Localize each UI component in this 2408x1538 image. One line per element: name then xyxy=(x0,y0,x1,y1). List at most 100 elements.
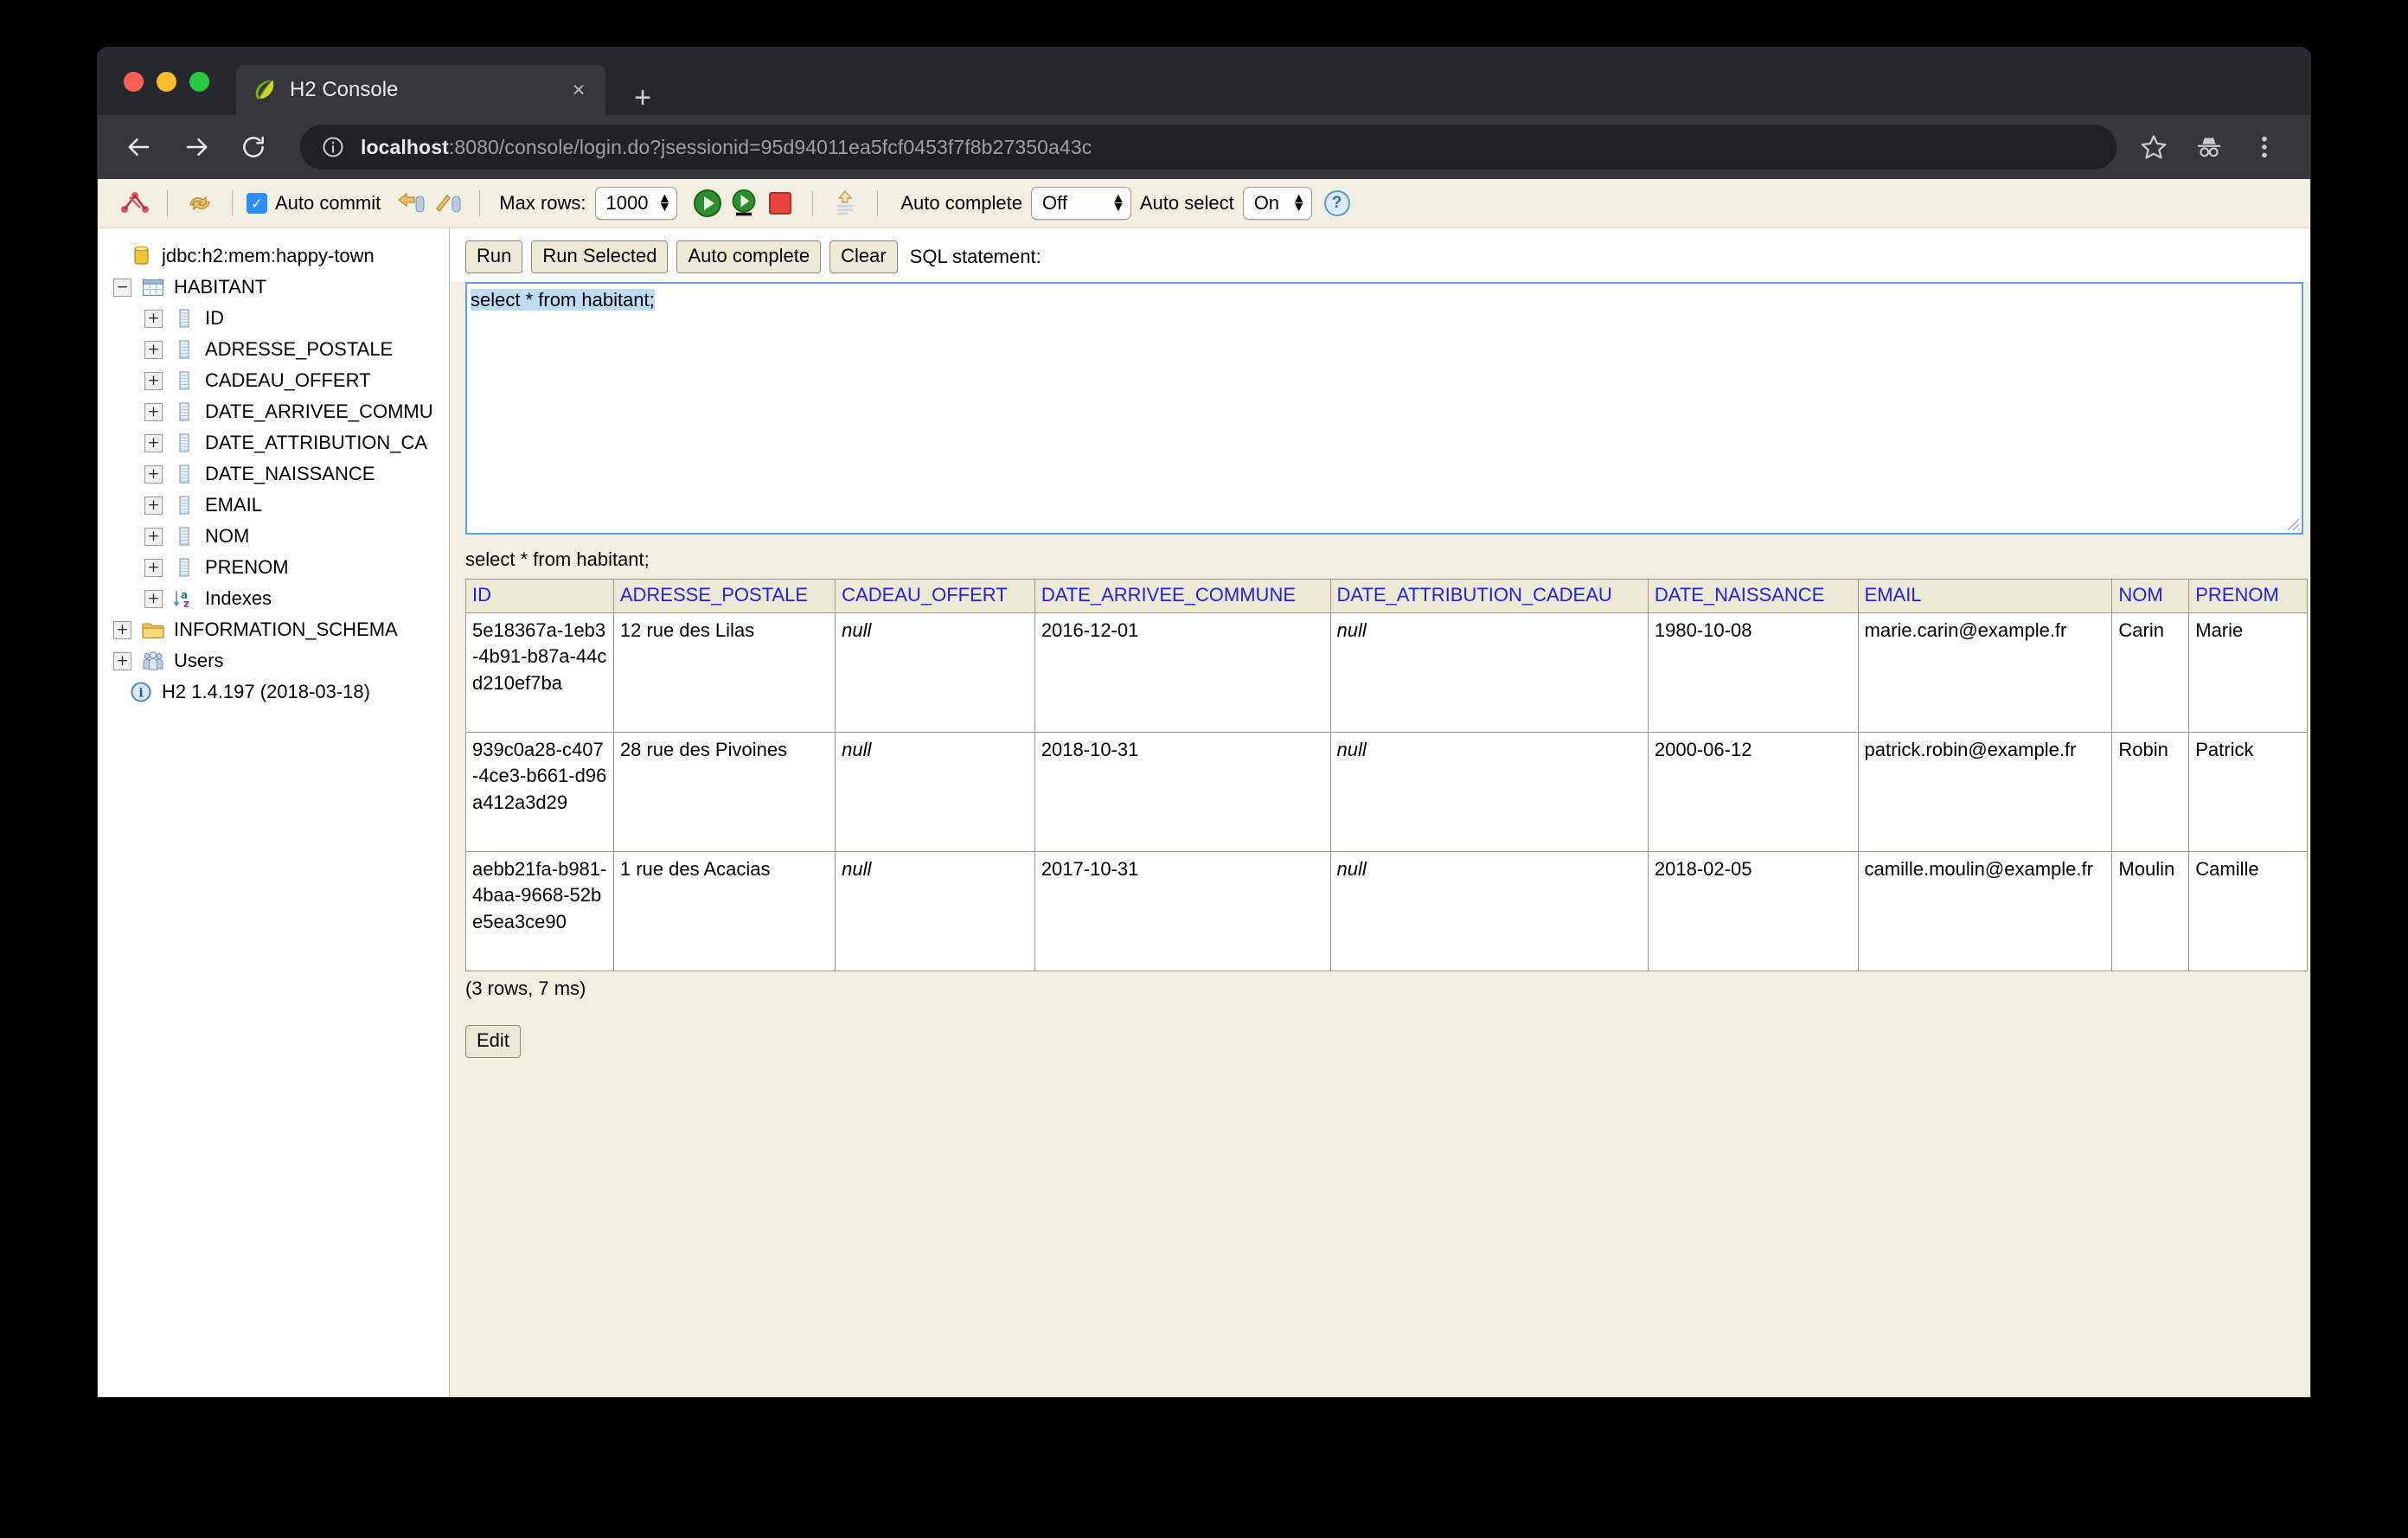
result-column-header: EMAIL xyxy=(1858,579,2112,612)
clear-button[interactable]: Clear xyxy=(829,240,898,273)
chevron-updown-icon[interactable]: ▲▼ xyxy=(1111,195,1125,212)
maximize-window-button[interactable] xyxy=(189,72,209,92)
new-tab-button[interactable]: + xyxy=(625,80,660,115)
stop-icon[interactable] xyxy=(762,186,798,221)
max-rows-stepper[interactable]: 1000 ▲▼ xyxy=(595,187,678,220)
auto-commit-checkbox[interactable]: ✓ xyxy=(247,193,267,214)
tree-item-users[interactable]: + Users xyxy=(113,645,449,676)
result-column-header: CADEAU_OFFERT xyxy=(836,579,1035,612)
collapse-icon[interactable]: − xyxy=(113,279,131,297)
expand-icon[interactable]: + xyxy=(113,621,131,639)
expand-icon[interactable]: + xyxy=(144,310,163,328)
sql-statement-label: SQL statement: xyxy=(910,246,1041,268)
tree-item-column[interactable]: +PRENOM xyxy=(113,552,449,583)
max-rows-value: 1000 xyxy=(606,192,651,215)
table-row: 5e18367a-1eb3-4b91-b87a-44cd210ef7ba12 r… xyxy=(466,612,2308,732)
window-traffic-lights xyxy=(124,72,209,92)
table-cell: 2018-10-31 xyxy=(1034,732,1330,851)
tree-item-column[interactable]: + ADRESSE_POSTALE xyxy=(113,334,449,365)
expand-icon[interactable]: + xyxy=(144,465,163,484)
chevron-updown-icon[interactable]: ▲▼ xyxy=(1292,195,1306,212)
expand-icon[interactable]: + xyxy=(144,497,163,515)
expand-icon[interactable]: + xyxy=(144,559,163,577)
expand-icon[interactable]: + xyxy=(144,434,163,452)
history-icon[interactable] xyxy=(827,186,863,221)
refresh-icon[interactable] xyxy=(182,186,218,221)
run-icon[interactable] xyxy=(689,186,726,221)
run-selected-icon[interactable] xyxy=(726,186,762,221)
row-count-status: (3 rows, 7 ms) xyxy=(465,977,2310,1000)
expand-icon[interactable]: + xyxy=(144,403,163,421)
minimize-window-button[interactable] xyxy=(157,72,176,92)
toolbar-divider xyxy=(479,190,480,216)
auto-complete-select[interactable]: Off ▲▼ xyxy=(1031,187,1131,220)
tree-item-column[interactable]: +DATE_ATTRIBUTION_CA xyxy=(113,427,449,458)
auto-complete-label: Auto complete xyxy=(900,192,1022,215)
tree-item-connection[interactable]: jdbc:h2:mem:happy-town xyxy=(113,240,449,272)
auto-complete-value: Off xyxy=(1042,192,1105,215)
browser-window: H2 Console × + localhost:8080/console/lo… xyxy=(98,48,2310,1397)
tree-column-list: +ID+ADRESSE_POSTALE+CADEAU_OFFERT+DATE_A… xyxy=(113,303,449,583)
column-label: DATE_ARRIVEE_COMMU xyxy=(205,401,433,423)
tree-item-column[interactable]: +ID xyxy=(113,303,449,334)
disconnect-icon[interactable] xyxy=(117,186,153,221)
result-table-header-row: IDADRESSE_POSTALECADEAU_OFFERTDATE_ARRIV… xyxy=(466,579,2308,612)
table-cell: Patrick xyxy=(2189,732,2308,851)
tree-item-column[interactable]: +CADEAU_OFFERT xyxy=(113,365,449,396)
sql-editor[interactable]: select * from habitant; xyxy=(465,282,2303,535)
table-cell: 28 rue des Pivoines xyxy=(613,732,835,851)
rollback-icon[interactable] xyxy=(429,186,465,221)
table-cell: 939c0a28-c407-4ce3-b661-d96a412a3d29 xyxy=(466,732,614,851)
tree-item-table[interactable]: − HABITANT xyxy=(113,272,449,303)
result-table-body: 5e18367a-1eb3-4b91-b87a-44cd210ef7ba12 r… xyxy=(466,612,2308,971)
expand-icon[interactable]: + xyxy=(144,528,163,546)
result-column-header: DATE_NAISSANCE xyxy=(1648,579,1858,612)
tree-item-column[interactable]: + DATE_ARRIVEE_COMMU xyxy=(113,396,449,427)
address-bar[interactable]: localhost:8080/console/login.do?jsession… xyxy=(300,125,2117,170)
expand-icon[interactable]: + xyxy=(113,652,131,670)
three-dot-menu-icon[interactable] xyxy=(2241,124,2288,170)
resize-grip-icon[interactable] xyxy=(2281,512,2300,531)
table-cell: 1980-10-08 xyxy=(1648,612,1858,732)
tree-item-column[interactable]: +NOM xyxy=(113,521,449,552)
auto-select-value: On xyxy=(1254,192,1285,215)
run-button[interactable]: Run xyxy=(465,240,522,273)
table-cell: null xyxy=(1330,612,1648,732)
tree-item-indexes[interactable]: + az Indexes xyxy=(113,583,449,614)
edit-button[interactable]: Edit xyxy=(465,1025,521,1058)
tree-item-column[interactable]: +EMAIL xyxy=(113,490,449,521)
close-window-button[interactable] xyxy=(124,72,144,92)
run-selected-button[interactable]: Run Selected xyxy=(531,240,668,273)
result-area: select * from habitant; IDADRESSE_POSTAL… xyxy=(450,535,2310,1058)
reload-icon[interactable] xyxy=(231,125,276,170)
sql-editor-text[interactable]: select * from habitant; xyxy=(467,284,2302,311)
expand-icon[interactable]: + xyxy=(144,372,163,390)
incognito-icon[interactable] xyxy=(2186,124,2232,170)
tree-item-column[interactable]: +DATE_NAISSANCE xyxy=(113,458,449,490)
result-column-header: PRENOM xyxy=(2189,579,2308,612)
column-label: ADRESSE_POSTALE xyxy=(205,338,393,361)
auto-select-select[interactable]: On ▲▼ xyxy=(1243,187,1312,220)
table-cell: null xyxy=(836,612,1035,732)
back-arrow-icon[interactable] xyxy=(117,125,162,170)
sql-selected-text: select * from habitant; xyxy=(471,289,655,311)
table-cell: null xyxy=(1330,732,1648,851)
browser-tab[interactable]: H2 Console × xyxy=(236,65,605,115)
tree-item-information-schema[interactable]: + INFORMATION_SCHEMA xyxy=(113,614,449,645)
table-cell: 2017-10-31 xyxy=(1034,851,1330,971)
help-icon[interactable]: ? xyxy=(1324,190,1350,216)
auto-complete-button[interactable]: Auto complete xyxy=(676,240,821,273)
forward-arrow-icon[interactable] xyxy=(174,125,219,170)
commit-icon[interactable] xyxy=(393,186,429,221)
close-icon[interactable]: × xyxy=(564,75,593,105)
expand-icon[interactable]: + xyxy=(144,590,163,608)
expand-icon[interactable]: + xyxy=(144,341,163,359)
table-cell: Carin xyxy=(2112,612,2189,732)
toolbar-divider xyxy=(232,190,233,216)
star-icon[interactable] xyxy=(2130,124,2177,170)
spinner-arrows-icon[interactable]: ▲▼ xyxy=(658,195,672,212)
info-icon[interactable] xyxy=(321,135,345,159)
database-tree-sidebar: jdbc:h2:mem:happy-town − HABITANT +ID+AD… xyxy=(98,228,450,1397)
version-label: H2 1.4.197 (2018-03-18) xyxy=(162,681,370,703)
auto-commit-toggle[interactable]: ✓ Auto commit xyxy=(247,192,381,215)
